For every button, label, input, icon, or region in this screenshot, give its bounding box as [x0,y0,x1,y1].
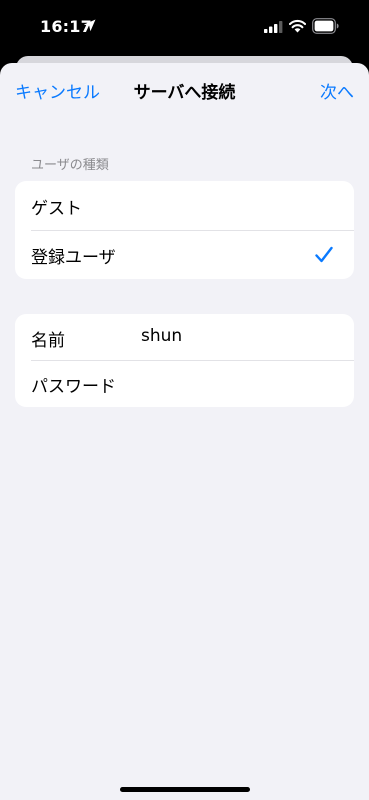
home-indicator[interactable] [120,787,250,792]
user-type-option-guest[interactable]: ゲスト [15,181,354,230]
page-title: サーバへ接続 [133,83,236,103]
user-type-list: ゲスト 登録ユーザ [15,181,354,279]
connect-to-server-sheet: キャンセル サーバへ接続 次へ ユーザの種類 ゲスト 登録ユーザ 名前 shun… [0,63,369,800]
user-type-option-registered[interactable]: 登録ユーザ [15,231,354,279]
option-label: ゲスト [31,199,82,219]
user-type-section-header: ユーザの種類 [31,158,109,173]
option-label: 登録ユーザ [31,248,116,268]
cellular-signal-icon [264,21,283,33]
name-field-row[interactable]: 名前 shun [15,314,354,360]
navigation-bar: キャンセル サーバへ接続 次へ [0,63,369,119]
credentials-form: 名前 shun パスワード [15,314,354,407]
password-field-row[interactable]: パスワード [15,361,354,407]
next-button[interactable]: 次へ [320,78,354,103]
password-label: パスワード [31,377,116,397]
battery-icon [312,18,339,34]
checkmark-icon [315,246,333,263]
name-label: 名前 [31,331,65,351]
location-arrow-icon [83,19,96,32]
status-bar: 16:17 [0,0,369,56]
wifi-icon [289,19,306,33]
name-input[interactable]: shun [141,326,182,346]
